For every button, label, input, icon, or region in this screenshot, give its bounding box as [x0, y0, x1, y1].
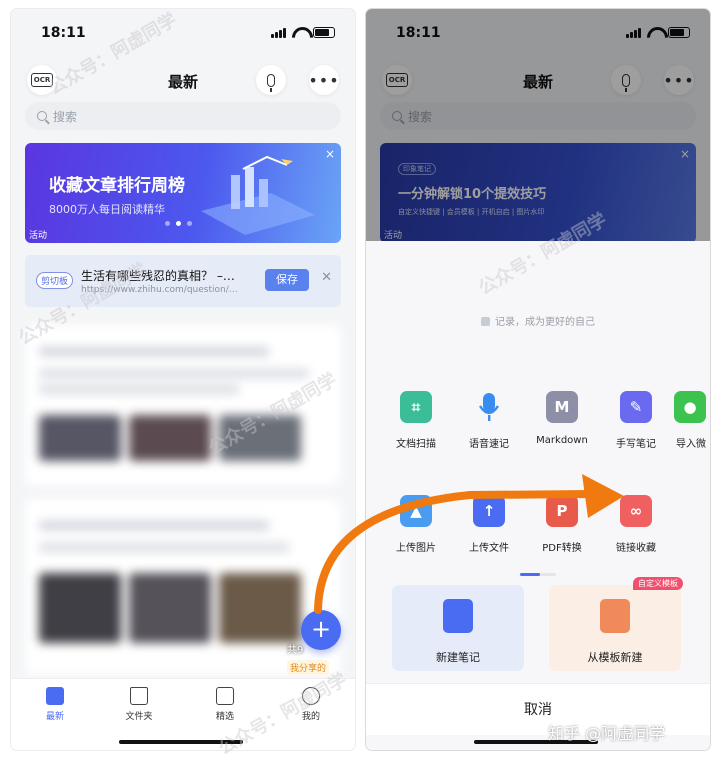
credit-text: 知乎 @阿虚同学	[548, 724, 666, 743]
arrow-annotation	[314, 474, 624, 614]
